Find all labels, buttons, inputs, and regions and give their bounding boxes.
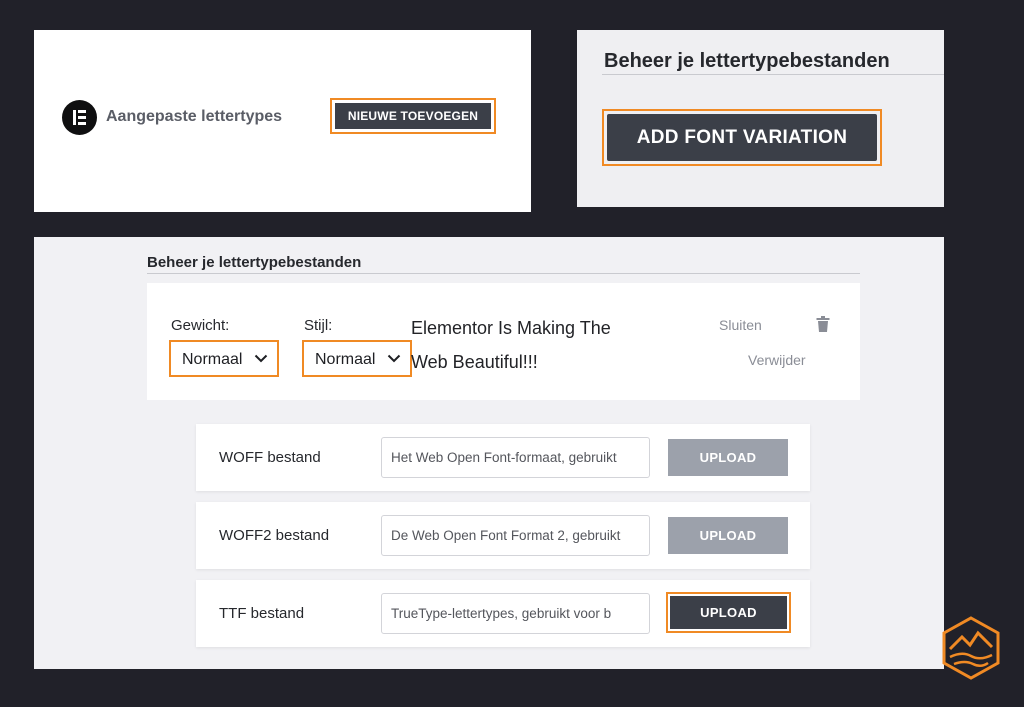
style-select[interactable]: Normaal [302,340,412,377]
section-heading: Beheer je lettertypebestanden [604,50,890,72]
file-label: WOFF bestand [219,449,321,466]
chevron-down-icon [254,354,268,363]
delete-link[interactable]: Verwijder [748,352,806,368]
fonts-list-panel: Aangepaste lettertypes NIEUWE TOEVOEGEN [34,30,531,212]
divider [602,74,944,75]
file-row-woff2: WOFF2 bestand De Web Open Font Format 2,… [196,502,810,569]
mountain-hexagon-logo-icon [942,616,1000,680]
upload-button[interactable]: UPLOAD [670,596,787,629]
style-label: Stijl: [304,317,333,334]
file-label: TTF bestand [219,605,305,622]
woff-url-input[interactable]: Het Web Open Font-formaat, gebruikt [381,437,650,478]
add-new-button[interactable]: NIEUWE TOEVOEGEN [335,103,491,129]
font-files-panel: Beheer je lettertypebestanden Gewicht: N… [34,237,944,669]
file-row-ttf: TTF bestand TrueType-lettertypes, gebrui… [196,580,810,647]
input-placeholder: Het Web Open Font-formaat, gebruikt [391,450,617,465]
weight-select[interactable]: Normaal [169,340,279,377]
elementor-logo-icon [62,100,97,135]
trash-icon[interactable] [816,316,830,332]
close-link[interactable]: Sluiten [719,317,762,333]
input-placeholder: De Web Open Font Format 2, gebruikt [391,528,621,543]
weight-label: Gewicht: [171,317,230,334]
section-heading: Beheer je lettertypebestanden [147,254,362,271]
woff2-url-input[interactable]: De Web Open Font Format 2, gebruikt [381,515,650,556]
font-preview-text: Elementor Is Making The Web Beautiful!!! [411,318,611,372]
ttf-url-input[interactable]: TrueType-lettertypes, gebruikt voor b [381,593,650,634]
chevron-down-icon [387,354,401,363]
file-row-woff: WOFF bestand Het Web Open Font-formaat, … [196,424,810,491]
divider [147,273,860,274]
upload-button[interactable]: UPLOAD [668,439,788,476]
font-variation-card: Gewicht: Normaal Stijl: Normaal Elemento… [147,283,860,400]
add-variation-highlight: ADD FONT VARIATION [602,109,882,166]
font-variation-panel: Beheer je lettertypebestanden ADD FONT V… [577,30,944,207]
page-title: Aangepaste lettertypes [106,108,283,125]
add-font-variation-button[interactable]: ADD FONT VARIATION [607,114,877,161]
input-placeholder: TrueType-lettertypes, gebruikt voor b [391,606,612,621]
font-files-area: WOFF bestand Het Web Open Font-formaat, … [147,400,860,669]
upload-highlight: UPLOAD [666,592,791,633]
upload-button[interactable]: UPLOAD [668,517,788,554]
style-value: Normaal [315,351,376,368]
weight-value: Normaal [182,351,243,368]
file-label: WOFF2 bestand [219,527,330,544]
add-new-highlight: NIEUWE TOEVOEGEN [330,98,496,134]
